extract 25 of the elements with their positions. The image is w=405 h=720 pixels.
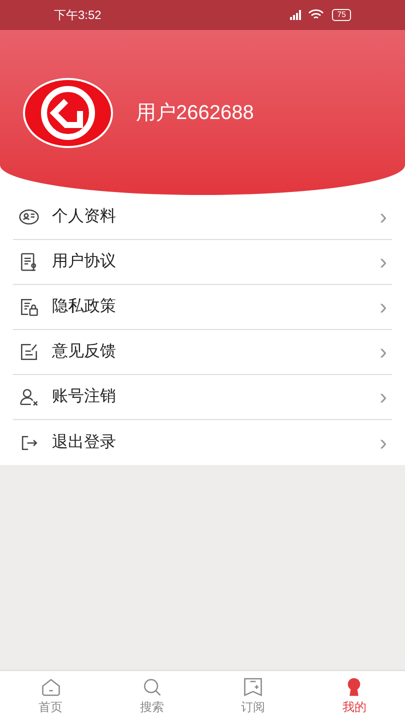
chevron-icon: › <box>380 206 387 228</box>
chevron-icon: › <box>380 296 387 318</box>
username: 用户2662688 <box>136 100 254 126</box>
wifi-icon <box>308 9 324 21</box>
chevron-icon: › <box>380 432 387 454</box>
user-remove-icon <box>18 386 40 408</box>
menu-item[interactable]: 退出登录 › <box>13 420 392 465</box>
tab-item[interactable]: 首页 <box>0 671 102 720</box>
bookmark-icon <box>242 676 264 698</box>
menu-item[interactable]: 隐私政策 › <box>13 285 392 330</box>
status-time: 下午3:52 <box>54 7 102 24</box>
chevron-icon: › <box>380 386 387 408</box>
menu-item[interactable]: 用户协议 › <box>13 240 392 285</box>
logo-icon <box>22 76 114 148</box>
document-lock-icon <box>18 296 40 318</box>
battery-indicator: 75 <box>332 9 351 21</box>
tab-item[interactable]: 订阅 <box>202 671 304 720</box>
chevron-icon: › <box>380 341 387 363</box>
tab-item[interactable]: 搜索 <box>101 671 202 720</box>
menu-item[interactable]: 意见反馈 › <box>13 330 392 375</box>
edit-note-icon <box>18 341 40 363</box>
menu-item[interactable]: 个人资料 › <box>13 195 392 240</box>
menu-item[interactable]: 账号注销 › <box>13 375 392 420</box>
tab-item[interactable]: 我的 <box>304 671 405 720</box>
chevron-icon: › <box>380 251 387 273</box>
